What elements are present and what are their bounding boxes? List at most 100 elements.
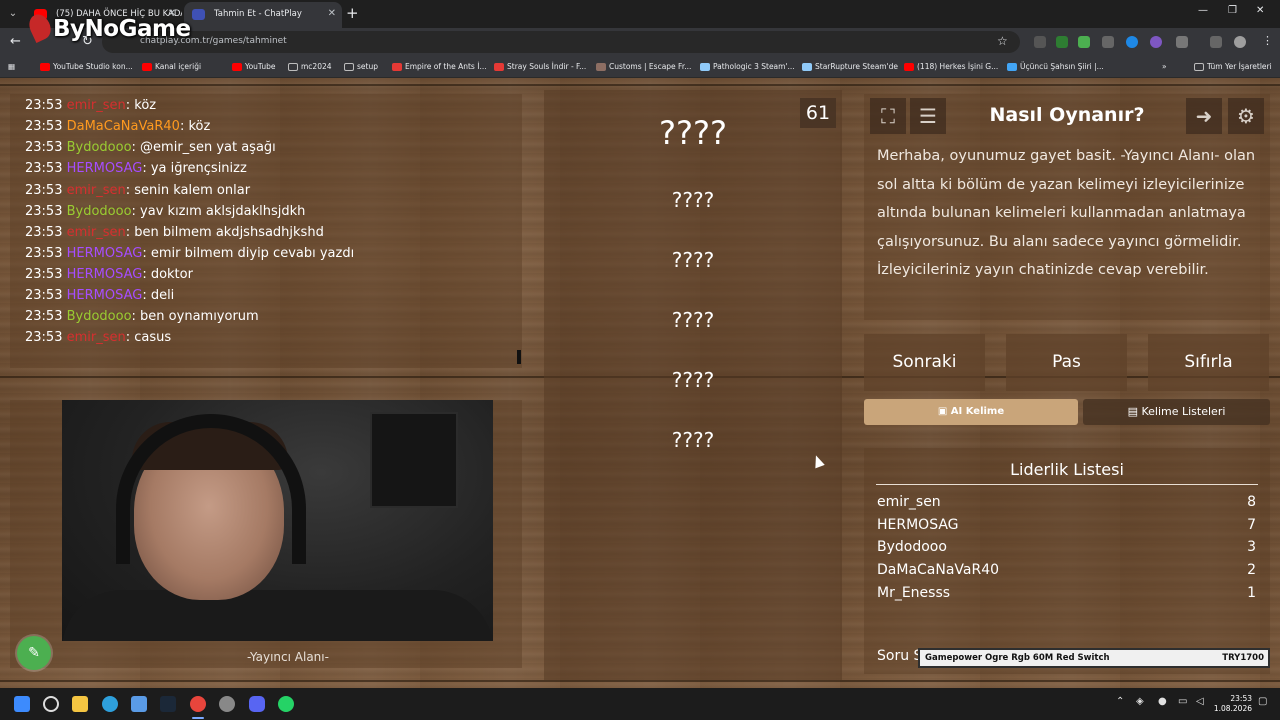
chat-message: 23:53 emir_sen: casus xyxy=(25,330,172,345)
forbidden-word: ???? xyxy=(671,188,715,212)
playlist-icon[interactable] xyxy=(1210,36,1222,48)
apps-grid-icon[interactable]: ▦ xyxy=(8,60,15,74)
search-icon[interactable] xyxy=(43,696,59,712)
chat-scrollbar[interactable] xyxy=(517,350,521,364)
chat-message: 23:53 emir_sen: senin kalem onlar xyxy=(25,183,251,198)
store-icon[interactable] xyxy=(131,696,147,712)
document-icon[interactable]: ☰ xyxy=(910,98,946,134)
windows-start-icon[interactable] xyxy=(14,696,30,712)
maximize-button[interactable]: ❐ xyxy=(1228,5,1237,16)
extension-icon[interactable] xyxy=(1150,36,1162,48)
clock[interactable]: 23:53 1.08.2026 xyxy=(1212,694,1252,714)
logo-mark-icon xyxy=(25,10,55,44)
reset-button[interactable]: Sıfırla xyxy=(1148,334,1269,391)
file-explorer-icon[interactable] xyxy=(72,696,88,712)
all-bookmarks-folder[interactable]: Tüm Yer İşaretleri xyxy=(1194,60,1272,74)
more-menu-icon[interactable]: ⋮ xyxy=(1262,34,1273,47)
forbidden-word: ???? xyxy=(671,308,715,332)
bookmark-item[interactable]: Customs | Escape Fr... xyxy=(596,60,691,74)
bookmark-item[interactable]: Empire of the Ants İ... xyxy=(392,60,487,74)
youtube-icon xyxy=(232,63,242,71)
edge-icon[interactable] xyxy=(102,696,118,712)
youtube-icon xyxy=(142,63,152,71)
divider xyxy=(0,84,1280,86)
bookmark-item[interactable]: YouTube Studio kon... xyxy=(40,60,133,74)
site-icon xyxy=(392,63,402,71)
network-icon[interactable]: ▭ xyxy=(1178,696,1187,707)
webcam-person-body xyxy=(62,590,493,641)
extension-icon[interactable] xyxy=(1102,36,1114,48)
leaderboard-row: Bydodooo 3 xyxy=(877,539,1256,555)
new-tab-button[interactable]: + xyxy=(346,4,359,22)
site-icon xyxy=(1007,63,1017,71)
ad-banner[interactable]: Gamepower Ogre Rgb 60M Red Switch TRY1700 xyxy=(918,648,1270,668)
next-button[interactable]: Sonraki xyxy=(864,334,985,391)
how-to-play-panel: ⛶ ☰ Nasıl Oynanır? ➜ ⚙ Merhaba, oyunumuz… xyxy=(864,94,1270,320)
bookmark-item[interactable]: Pathologic 3 Steam'... xyxy=(700,60,795,74)
bookmarks-bar: ▦ YouTube Studio kon... Kanal içeriği Yo… xyxy=(0,56,1280,78)
tray-app-icon[interactable]: ◈ xyxy=(1136,696,1144,707)
puzzle-icon[interactable] xyxy=(1176,36,1188,48)
bookmark-star-icon[interactable]: ☆ xyxy=(997,34,1008,48)
chat-username: HERMOSAG xyxy=(66,288,143,303)
bookmark-item[interactable]: (118) Herkes İşini G... xyxy=(904,60,998,74)
minimize-button[interactable]: — xyxy=(1198,5,1208,16)
chat-username: Bydodooo xyxy=(66,204,132,219)
chat-username: emir_sen xyxy=(66,225,126,240)
word-lists-button[interactable]: ▤ Kelime Listeleri xyxy=(1083,399,1270,425)
wall-picture xyxy=(370,412,458,508)
bookmark-item[interactable]: Üçüncü Şahsın Şiiri |... xyxy=(1007,60,1104,74)
chat-username: emir_sen xyxy=(66,183,126,198)
volume-icon[interactable]: ◁ xyxy=(1196,696,1204,707)
chat-username: HERMOSAG xyxy=(66,161,143,176)
bookmark-item[interactable]: Kanal içeriği xyxy=(142,60,201,74)
whatsapp-icon[interactable] xyxy=(278,696,294,712)
active-app-indicator xyxy=(192,717,204,719)
game-page: 23:53 emir_sen: köz 23:53 DaMaCaNaVaR40:… xyxy=(0,78,1280,688)
bynogame-logo: ByNoGame xyxy=(25,10,191,44)
forbidden-word: ???? xyxy=(671,428,715,452)
chat-username: Bydodooo xyxy=(66,309,132,324)
chrome-icon[interactable] xyxy=(190,696,206,712)
chatplay-icon xyxy=(192,9,205,20)
pass-button[interactable]: Pas xyxy=(1006,334,1127,391)
tab-chatplay[interactable]: Tahmin Et - ChatPlay ✕ xyxy=(184,2,342,28)
bookmark-folder[interactable]: mc2024 xyxy=(288,60,332,74)
extension-icon[interactable] xyxy=(1078,36,1090,48)
extension-icon[interactable] xyxy=(1056,36,1068,48)
mic-tray-icon[interactable]: ● xyxy=(1158,696,1167,707)
microphone-icon[interactable]: ✎ xyxy=(17,636,51,670)
streamer-area-label: -Yayıncı Alanı- xyxy=(247,650,329,664)
bookmark-item[interactable]: StarRupture Steam'de xyxy=(802,60,898,74)
folder-icon xyxy=(1194,63,1204,71)
back-icon[interactable]: ← xyxy=(10,34,21,49)
close-window-button[interactable]: ✕ xyxy=(1256,5,1264,16)
discord-icon[interactable] xyxy=(249,696,265,712)
folder-icon xyxy=(288,63,298,71)
steam-icon[interactable] xyxy=(160,696,176,712)
gear-icon[interactable]: ⚙ xyxy=(1228,98,1264,134)
ai-word-button[interactable]: ▣ AI Kelime xyxy=(864,399,1078,425)
chat-message: 23:53 HERMOSAG: deli xyxy=(25,288,175,303)
tab-search-button[interactable]: ⌄ xyxy=(4,5,22,23)
chat-message: 23:53 emir_sen: ben bilmem akdjshsadhjks… xyxy=(25,225,324,240)
chat-message: 23:53 HERMOSAG: doktor xyxy=(25,267,193,282)
chat-username: DaMaCaNaVaR40 xyxy=(66,119,180,134)
chat-username: HERMOSAG xyxy=(66,246,143,261)
chat-username: emir_sen xyxy=(66,330,126,345)
extension-icon[interactable] xyxy=(1126,36,1138,48)
avatar[interactable] xyxy=(1234,36,1246,48)
bookmark-item[interactable]: Stray Souls İndir - F... xyxy=(494,60,586,74)
app-icon[interactable] xyxy=(219,696,235,712)
chevron-up-icon[interactable]: ⌃ xyxy=(1116,696,1124,707)
close-icon[interactable]: ✕ xyxy=(328,2,336,26)
notification-icon[interactable]: ▢ xyxy=(1258,696,1267,707)
extension-icon[interactable] xyxy=(1034,36,1046,48)
how-to-play-title: Nasıl Oynanır? xyxy=(989,104,1145,126)
bookmark-item[interactable]: YouTube xyxy=(232,60,276,74)
bookmarks-overflow-icon[interactable]: » xyxy=(1162,60,1167,74)
bookmark-folder[interactable]: setup xyxy=(344,60,378,74)
chat-message: 23:53 HERMOSAG: ya iğrençsinizz xyxy=(25,161,247,176)
exit-icon[interactable]: ➜ xyxy=(1186,98,1222,134)
fullscreen-icon[interactable]: ⛶ xyxy=(870,98,906,134)
